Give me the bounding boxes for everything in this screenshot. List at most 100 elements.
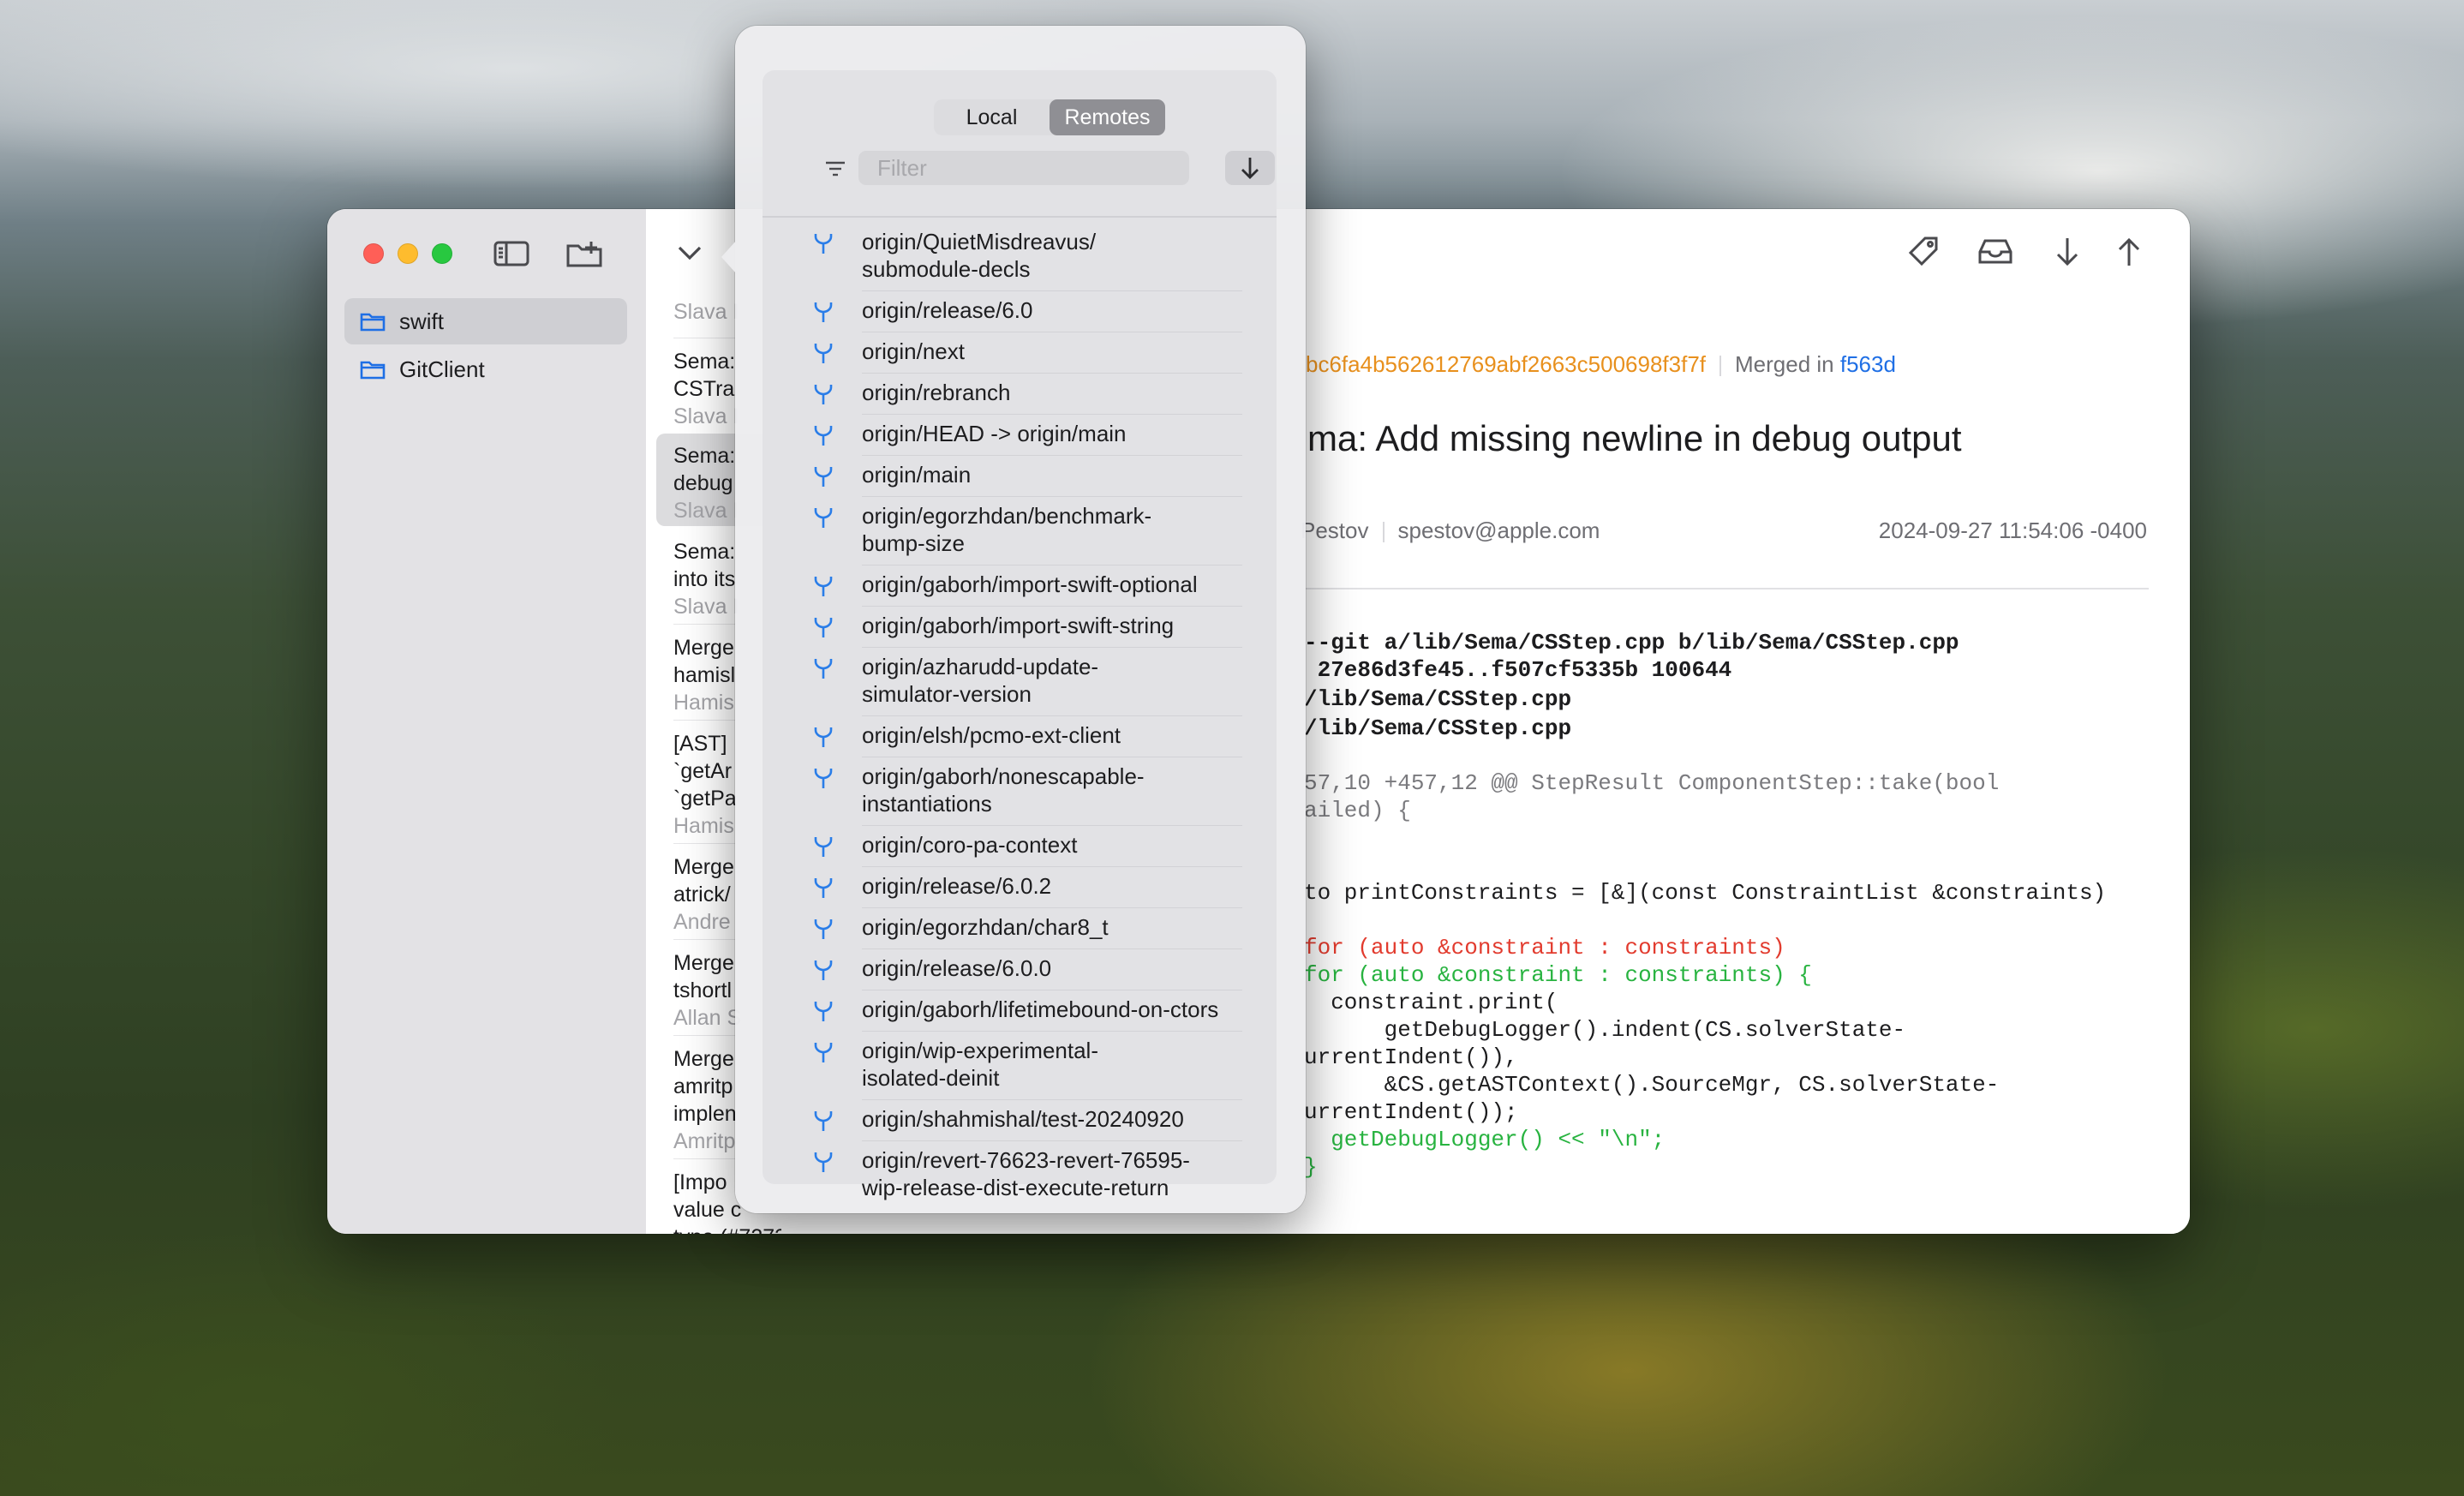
- commit-summary: tshortl: [673, 978, 733, 1002]
- pull-button[interactable]: [2048, 236, 2087, 267]
- branch-item[interactable]: origin/shahmishal/test-20240920: [763, 1100, 1277, 1141]
- separator: [1719, 356, 1721, 377]
- fetch-button[interactable]: [1225, 151, 1275, 185]
- branch-item[interactable]: origin/egorzhdan/benchmark- bump-size: [763, 497, 1277, 565]
- diff-hunk-line: ailed) {: [1304, 798, 1411, 823]
- branch-item[interactable]: origin/release/6.0: [763, 291, 1277, 332]
- branch-icon: [814, 385, 833, 404]
- branch-popover: Local Remotes origin/QuietMisdreavus/ su…: [721, 26, 1306, 1213]
- branch-item[interactable]: origin/next: [763, 332, 1277, 374]
- filter-options-button[interactable]: [824, 159, 846, 183]
- commit-summary: debug: [673, 471, 733, 495]
- commit-summary: type (#72738): [673, 1225, 781, 1234]
- chevron-down-icon: [678, 246, 702, 260]
- diff-header-line: 27e86d3fe45..f507cf5335b 100644: [1304, 657, 1732, 683]
- commit-summary: Merge: [673, 636, 734, 660]
- commit-summary: Sema:: [673, 540, 736, 564]
- branch-icon: [814, 1002, 833, 1021]
- branch-item[interactable]: origin/QuietMisdreavus/ submodule-decls: [763, 223, 1277, 291]
- commit-summary: Sema:: [673, 444, 736, 468]
- commit-author: Slava I: [673, 499, 739, 523]
- branch-item[interactable]: origin/HEAD -> origin/main: [763, 415, 1277, 456]
- author-line: Pestov spestov@apple.com: [1301, 518, 1600, 544]
- commit-summary: hamisl: [673, 663, 736, 687]
- branch-icon: [814, 659, 833, 679]
- diff-header-line: /lib/Sema/CSStep.cpp: [1304, 715, 1572, 741]
- toggle-sidebar-button[interactable]: [492, 238, 531, 269]
- tag-button[interactable]: [1904, 236, 1943, 267]
- branch-item[interactable]: origin/release/6.0.2: [763, 867, 1277, 908]
- commit-summary: amritp: [673, 1074, 733, 1098]
- branch-label: origin/rebranch: [862, 380, 1011, 405]
- repo-item-swift[interactable]: swift: [344, 298, 627, 344]
- branch-item[interactable]: origin/gaborh/import-swift-string: [763, 607, 1277, 648]
- commit-summary: implen: [673, 1102, 737, 1126]
- divider: [1306, 588, 2149, 589]
- filter-lines-icon: [826, 161, 845, 177]
- zoom-window-button[interactable]: [432, 243, 452, 264]
- branch-icon: [814, 426, 833, 446]
- tab-local[interactable]: Local: [934, 99, 1050, 135]
- author-name: Pestov: [1301, 518, 1369, 543]
- push-button[interactable]: [2109, 236, 2149, 267]
- branch-item[interactable]: origin/azharudd-update- simulator-versio…: [763, 648, 1277, 716]
- merged-label: Merged in: [1735, 351, 1834, 377]
- diff-added-line: getDebugLogger() << "\n";: [1304, 1127, 1666, 1152]
- folder-icon: [360, 361, 386, 380]
- branch-item[interactable]: origin/coro-pa-context: [763, 826, 1277, 867]
- branch-label: origin/next: [862, 338, 965, 364]
- diff-context-line: &CS.getASTContext().SourceMgr, CS.solver…: [1304, 1072, 2000, 1098]
- branch-label: origin/elsh/pcmo-ext-client: [862, 722, 1121, 748]
- branch-item[interactable]: origin/elsh/pcmo-ext-client: [763, 716, 1277, 757]
- branch-label: origin/gaborh/import-swift-optional: [862, 571, 1198, 597]
- branch-label: origin/QuietMisdreavus/ submodule-decls: [862, 229, 1097, 282]
- branch-item[interactable]: origin/egorzhdan/char8_t: [763, 908, 1277, 949]
- commit-author: Hamis: [673, 691, 734, 715]
- close-window-button[interactable]: [363, 243, 384, 264]
- branch-icon: [814, 302, 833, 322]
- branch-icon: [814, 919, 833, 939]
- merged-hash-link[interactable]: f563d: [1840, 351, 1896, 377]
- repo-item-gitclient[interactable]: GitClient: [344, 346, 627, 392]
- branch-icon: [814, 234, 833, 254]
- diff-context-line: urrentIndent()),: [1304, 1044, 1518, 1070]
- branch-item[interactable]: origin/gaborh/lifetimebound-on-ctors: [763, 990, 1277, 1032]
- sidebar-icon: [493, 241, 529, 266]
- branch-label: origin/egorzhdan/benchmark- bump-size: [862, 503, 1152, 556]
- branch-scope-segmented-control: Local Remotes: [934, 99, 1165, 135]
- folder-icon: [360, 313, 386, 332]
- branch-item[interactable]: origin/release/6.0.0: [763, 949, 1277, 990]
- tab-remotes[interactable]: Remotes: [1050, 99, 1165, 135]
- commit-summary: [Impo: [673, 1170, 727, 1194]
- branch-item[interactable]: origin/wip-experimental- isolated-deinit: [763, 1032, 1277, 1100]
- branch-item[interactable]: origin/revert-76623-revert-76595- wip-re…: [763, 1141, 1277, 1210]
- commit-author: Hamis: [673, 814, 734, 838]
- branch-label: origin/gaborh/nonescapable- instantiatio…: [862, 763, 1145, 817]
- branch-label: origin/gaborh/lifetimebound-on-ctors: [862, 996, 1219, 1022]
- diff-context-line: urrentIndent());: [1304, 1099, 1518, 1125]
- diff-removed-line: for (auto &constraint : constraints): [1304, 935, 1785, 960]
- branch-icon: [814, 837, 833, 857]
- branch-item[interactable]: origin/gaborh/nonescapable- instantiatio…: [763, 757, 1277, 826]
- sidebar: swift GitClient: [327, 209, 646, 1234]
- branch-icon: [814, 467, 833, 487]
- branch-label: origin/main: [862, 462, 972, 488]
- add-repository-button[interactable]: [565, 238, 605, 269]
- branch-icon: [814, 508, 833, 528]
- branch-picker-button[interactable]: [675, 240, 704, 270]
- filter-input[interactable]: [858, 151, 1189, 185]
- branch-item[interactable]: origin/rebranch: [763, 374, 1277, 415]
- stash-button[interactable]: [1976, 236, 2015, 267]
- branch-label: origin/release/6.0: [862, 297, 1033, 323]
- commit-summary: Merge: [673, 855, 734, 879]
- branch-item[interactable]: origin/gaborh/import-swift-optional: [763, 565, 1277, 607]
- branch-icon: [814, 769, 833, 788]
- branch-item[interactable]: origin/main: [763, 456, 1277, 497]
- diff-header-line: /lib/Sema/CSStep.cpp: [1304, 686, 1572, 712]
- branch-icon: [814, 1111, 833, 1131]
- arrow-up-icon: [2118, 237, 2140, 266]
- branch-icon: [814, 618, 833, 637]
- minimize-window-button[interactable]: [398, 243, 418, 264]
- commit-hash[interactable]: bc6fa4b562612769abf2663c500698f3f7f: [1306, 351, 1706, 377]
- author-email: spestov@apple.com: [1397, 518, 1600, 543]
